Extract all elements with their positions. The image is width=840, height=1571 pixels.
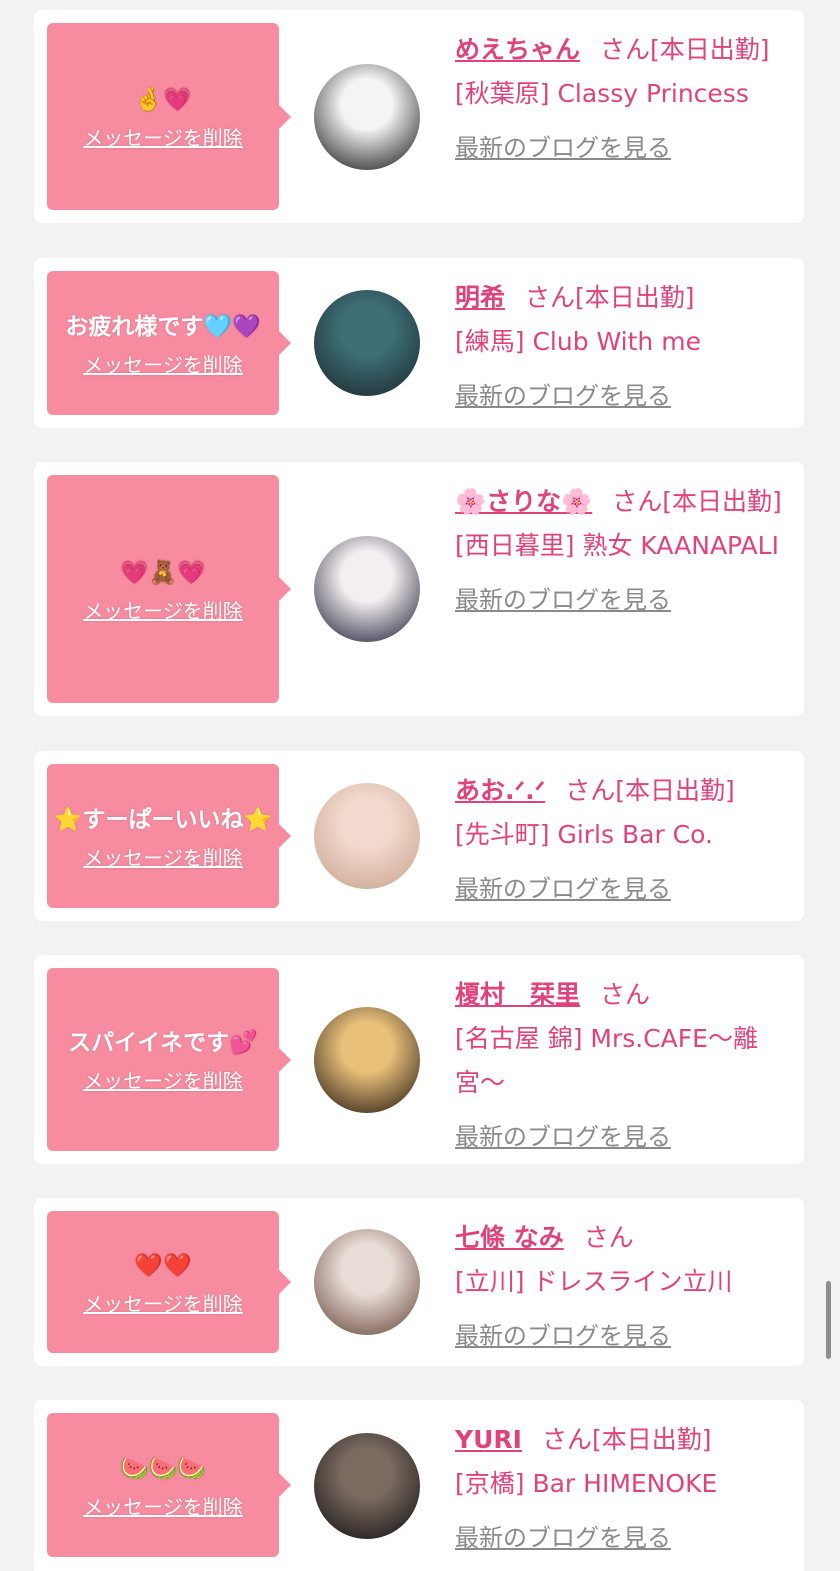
delete-message-link[interactable]: メッセージを削除 [83, 842, 243, 871]
profile-name-link[interactable]: 明希 [455, 283, 505, 312]
latest-blog-link[interactable]: 最新のブログを見る [455, 578, 790, 622]
latest-blog-link[interactable]: 最新のブログを見る [455, 126, 790, 170]
message-bubble: ❤️❤️ メッセージを削除 [47, 1211, 291, 1353]
store-label: [先斗町] Girls Bar Co. [455, 820, 713, 849]
delete-message-link[interactable]: メッセージを削除 [83, 1288, 243, 1317]
avatar[interactable] [314, 1229, 420, 1335]
profile-info: YURI さん[本日出勤] [京橋] Bar HIMENOKE 最新のブログを見る [455, 1418, 790, 1560]
profile-info: 榎村 栞里 さん [名古屋 錦] Mrs.CAFE〜離宮〜 最新のブログを見る [455, 973, 790, 1159]
list-item: ⭐すーぱーいいね⭐ メッセージを削除 あお.ᐟ.ᐟ さん[本日出勤] [先斗町] … [34, 751, 804, 921]
message-bubble: 💗🧸💗 メッセージを削除 [47, 475, 291, 703]
message-bubble: 🍉🍉🍉 メッセージを削除 [47, 1413, 291, 1557]
list-item: 🤞💗 メッセージを削除 めえちゃん さん[本日出勤] [秋葉原] Classy P… [34, 10, 804, 223]
profile-name-link[interactable]: 🌸さりな🌸 [455, 487, 592, 516]
avatar[interactable] [314, 290, 420, 396]
message-bubble: お疲れ様です🩵💜 メッセージを削除 [47, 271, 291, 415]
avatar[interactable] [314, 536, 420, 642]
delete-message-link[interactable]: メッセージを削除 [83, 1491, 243, 1520]
delete-message-link[interactable]: メッセージを削除 [83, 349, 243, 378]
list-item: お疲れ様です🩵💜 メッセージを削除 明希 さん[本日出勤] [練馬] Club W… [34, 258, 804, 428]
message-text: お疲れ様です🩵💜 [65, 313, 261, 340]
message-text: 💗🧸💗 [120, 559, 206, 586]
profile-info: めえちゃん さん[本日出勤] [秋葉原] Classy Princess 最新のブ… [455, 28, 790, 170]
message-text: ⭐すーぱーいいね⭐ [53, 806, 273, 833]
message-text: 🍉🍉🍉 [120, 1455, 206, 1482]
latest-blog-link[interactable]: 最新のブログを見る [455, 1115, 790, 1159]
profile-suffix: さん[本日出勤] [541, 1425, 712, 1454]
avatar[interactable] [314, 1006, 420, 1113]
message-bubble: ⭐すーぱーいいね⭐ メッセージを削除 [47, 764, 291, 908]
message-text: ❤️❤️ [134, 1252, 192, 1279]
message-text: 🤞💗 [134, 87, 192, 113]
delete-message-link[interactable]: メッセージを削除 [83, 122, 243, 151]
message-bubble: スパイイネです💕 メッセージを削除 [47, 968, 291, 1151]
list-item: 💗🧸💗 メッセージを削除 🌸さりな🌸 さん[本日出勤] [西日暮里] 熟女 KAA… [34, 462, 804, 716]
profile-info: 🌸さりな🌸 さん[本日出勤] [西日暮里] 熟女 KAANAPALI 最新のブログ… [455, 480, 790, 622]
latest-blog-link[interactable]: 最新のブログを見る [455, 1314, 790, 1358]
store-label: [名古屋 錦] Mrs.CAFE〜離宮〜 [455, 1024, 758, 1097]
profile-info: 明希 さん[本日出勤] [練馬] Club With me 最新のブログを見る [455, 276, 790, 418]
store-label: [立川] ドレスライン立川 [455, 1267, 733, 1296]
profile-suffix: さん[本日出勤] [565, 776, 735, 805]
profile-suffix: さん [600, 980, 651, 1009]
profile-name-link[interactable]: 七條 なみ [455, 1223, 564, 1252]
delete-message-link[interactable]: メッセージを削除 [83, 1065, 243, 1094]
profile-suffix: さん[本日出勤] [600, 35, 770, 64]
profile-info: あお.ᐟ.ᐟ さん[本日出勤] [先斗町] Girls Bar Co. 最新のブロ… [455, 769, 790, 911]
profile-suffix: さん[本日出勤] [612, 487, 782, 516]
profile-name-link[interactable]: あお.ᐟ.ᐟ [455, 776, 545, 805]
profile-name-link[interactable]: めえちゃん [455, 35, 580, 64]
profile-info: 七條 なみ さん [立川] ドレスライン立川 最新のブログを見る [455, 1216, 790, 1358]
avatar[interactable] [314, 1432, 420, 1539]
store-label: [京橋] Bar HIMENOKE [455, 1469, 718, 1498]
message-bubble: 🤞💗 メッセージを削除 [47, 23, 291, 210]
profile-name-link[interactable]: 榎村 栞里 [455, 980, 580, 1009]
profile-suffix: さん [583, 1223, 634, 1252]
profile-name-link[interactable]: YURI [455, 1425, 522, 1454]
latest-blog-link[interactable]: 最新のブログを見る [455, 374, 790, 418]
list-item: ❤️❤️ メッセージを削除 七條 なみ さん [立川] ドレスライン立川 最新のブ… [34, 1198, 804, 1366]
list-item: スパイイネです💕 メッセージを削除 榎村 栞里 さん [名古屋 錦] Mrs.CA… [34, 955, 804, 1164]
store-label: [秋葉原] Classy Princess [455, 79, 749, 108]
store-label: [練馬] Club With me [455, 327, 701, 356]
latest-blog-link[interactable]: 最新のブログを見る [455, 867, 790, 911]
delete-message-link[interactable]: メッセージを削除 [83, 595, 243, 624]
profile-suffix: さん[本日出勤] [525, 283, 695, 312]
scrollbar[interactable] [826, 1281, 831, 1359]
avatar[interactable] [314, 783, 420, 889]
message-text: スパイイネです💕 [68, 1030, 258, 1056]
latest-blog-link[interactable]: 最新のブログを見る [455, 1516, 790, 1560]
list-item: 🍉🍉🍉 メッセージを削除 YURI さん[本日出勤] [京橋] Bar HIMEN… [34, 1400, 804, 1571]
store-label: [西日暮里] 熟女 KAANAPALI [455, 531, 779, 560]
avatar[interactable] [314, 63, 420, 170]
